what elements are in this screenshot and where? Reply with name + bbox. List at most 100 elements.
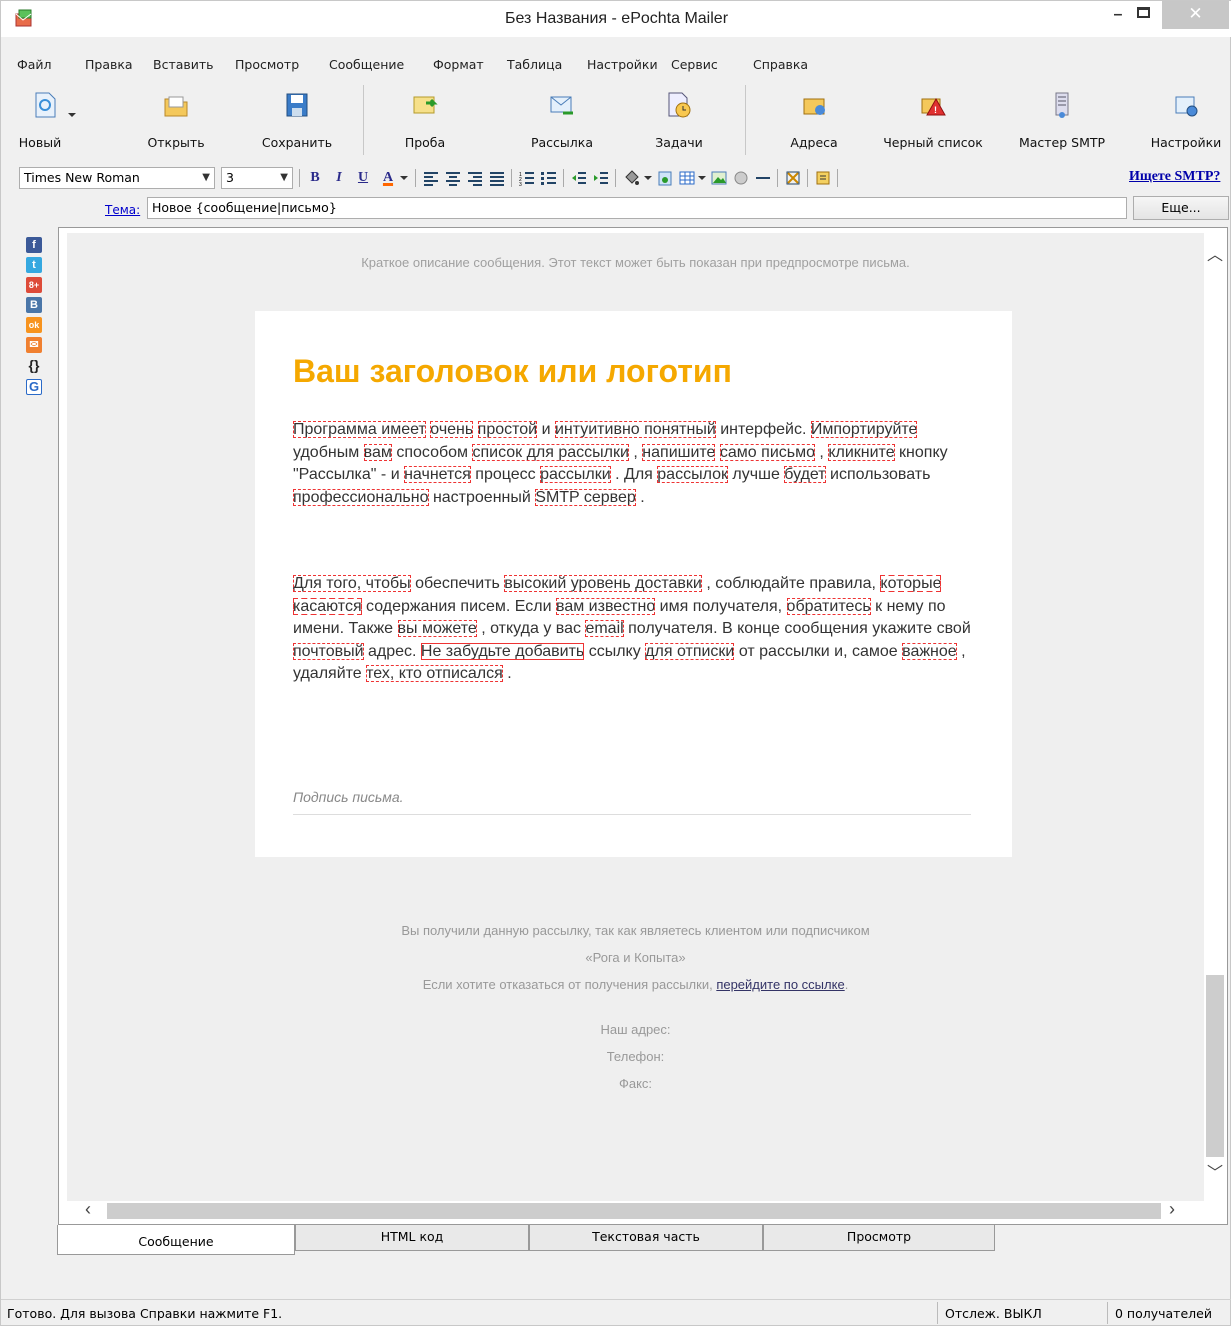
emoticon-icon[interactable] xyxy=(733,170,749,186)
menu-insert[interactable]: Вставить xyxy=(153,53,214,77)
spellcheck-marked-word[interactable]: очень xyxy=(430,421,474,438)
menu-format[interactable]: Формат xyxy=(433,53,484,77)
scroll-up-icon[interactable]: ︿ xyxy=(1204,241,1226,265)
new-button[interactable]: Новый xyxy=(17,79,107,163)
align-right-icon[interactable] xyxy=(467,170,483,186)
insert-image-icon[interactable] xyxy=(657,170,673,186)
unsubscribe-link[interactable]: перейдите по ссылке xyxy=(716,977,844,992)
spellcheck-marked-word[interactable]: начнется xyxy=(404,466,471,483)
scroll-right-icon[interactable]: › xyxy=(1169,1199,1175,1220)
spellcheck-marked-word[interactable]: для отписки xyxy=(645,642,735,660)
spellcheck-marked-word[interactable]: будет xyxy=(784,466,826,483)
subject-label[interactable]: Тема: xyxy=(105,203,140,217)
paint-bucket-icon[interactable] xyxy=(623,170,639,186)
horizontal-scroll-thumb[interactable] xyxy=(107,1203,1161,1219)
spellcheck-marked-word[interactable]: Для того, чтобы xyxy=(293,575,411,592)
mailing-button[interactable]: Рассылка xyxy=(517,79,607,163)
numbered-list-icon[interactable]: 123 xyxy=(519,170,535,186)
braces-icon[interactable]: {} xyxy=(26,357,42,373)
scroll-down-icon[interactable]: ﹀ xyxy=(1204,1159,1226,1183)
minimize-button[interactable]: – xyxy=(1103,1,1133,29)
bullet-list-icon[interactable] xyxy=(541,170,557,186)
scroll-left-icon[interactable]: ‹ xyxy=(85,1199,91,1220)
spellcheck-marked-word[interactable]: обратитесь xyxy=(786,597,871,615)
mail-icon[interactable]: ✉ xyxy=(26,337,42,353)
font-size-select[interactable]: 3 ▼ xyxy=(221,167,293,189)
spellcheck-marked-word[interactable]: напишите xyxy=(642,443,716,461)
spellcheck-marked-word[interactable]: вам xyxy=(363,443,392,461)
font-family-select[interactable]: Times New Roman ▼ xyxy=(19,167,215,189)
align-center-icon[interactable] xyxy=(445,170,461,186)
maximize-button[interactable] xyxy=(1137,7,1150,18)
spellcheck-marked-word[interactable]: SMTP сервер xyxy=(535,488,636,506)
settings-button[interactable]: Настройки xyxy=(1141,79,1231,163)
chevron-down-icon[interactable] xyxy=(697,170,707,186)
odnoklassniki-icon[interactable]: ok xyxy=(26,317,42,333)
looking-for-smtp-link[interactable]: Ищете SMTP? xyxy=(1129,169,1220,185)
menu-help[interactable]: Справка xyxy=(753,53,808,77)
spellcheck-marked-word[interactable]: кликните xyxy=(828,443,895,461)
spellcheck-marked-word[interactable]: Импортируйте xyxy=(810,421,918,438)
subject-input[interactable]: Новое {сообщение|письмо} xyxy=(147,197,1127,219)
menu-view[interactable]: Просмотр xyxy=(235,53,299,77)
spellcheck-marked-word[interactable]: список для рассылки xyxy=(472,443,629,461)
more-button[interactable]: Еще... xyxy=(1133,196,1229,220)
menu-file[interactable]: Файл xyxy=(17,53,52,77)
table-icon[interactable] xyxy=(679,170,695,186)
google-icon[interactable]: G xyxy=(26,379,42,395)
menu-message[interactable]: Сообщение xyxy=(329,53,404,77)
title-bar[interactable]: Без Названия - ePochta Mailer – ✕ xyxy=(1,1,1231,37)
spellcheck-marked-word[interactable]: высокий уровень доставки xyxy=(504,575,702,592)
menu-settings[interactable]: Настройки xyxy=(587,53,658,77)
source-icon[interactable] xyxy=(815,170,831,186)
outdent-icon[interactable] xyxy=(571,170,587,186)
menu-table[interactable]: Таблица xyxy=(507,53,562,77)
tab-preview[interactable]: Просмотр xyxy=(763,1225,995,1251)
spellcheck-marked-word[interactable]: тех, кто отписался xyxy=(366,665,503,682)
align-justify-icon[interactable] xyxy=(489,170,505,186)
tab-html-code[interactable]: HTML код xyxy=(295,1225,529,1251)
align-left-icon[interactable] xyxy=(423,170,439,186)
spellcheck-marked-word[interactable]: само письмо xyxy=(719,443,815,461)
spellcheck-marked-word[interactable]: интуитивно понятный xyxy=(554,421,716,438)
google-plus-icon[interactable]: 8+ xyxy=(26,277,42,293)
spellcheck-marked-word[interactable]: Программа имеет xyxy=(293,421,426,438)
save-button[interactable]: Сохранить xyxy=(253,79,341,163)
chevron-down-icon[interactable] xyxy=(399,170,409,186)
indent-icon[interactable] xyxy=(593,170,609,186)
spellcheck-marked-word[interactable]: профессионально xyxy=(293,488,429,506)
spellcheck-marked-word[interactable]: рассылок xyxy=(657,466,728,483)
menu-edit[interactable]: Правка xyxy=(85,53,133,77)
spellcheck-marked-word[interactable]: важное xyxy=(902,642,957,660)
addresses-button[interactable]: Адреса xyxy=(779,79,849,163)
spellcheck-marked-word[interactable]: Не забудьте добавить xyxy=(420,642,585,660)
spellcheck-marked-word[interactable]: вы можете xyxy=(397,620,477,637)
blacklist-button[interactable]: ! Черный список xyxy=(871,79,995,163)
vk-icon[interactable]: B xyxy=(26,297,42,313)
tasks-button[interactable]: Задачи xyxy=(647,79,711,163)
message-editor[interactable]: Краткое описание сообщения. Этот текст м… xyxy=(67,233,1204,1201)
spellcheck-marked-word[interactable]: почтовый xyxy=(293,642,364,660)
picture-icon[interactable] xyxy=(711,170,727,186)
twitter-icon[interactable]: t xyxy=(26,257,42,273)
horizontal-line-icon[interactable] xyxy=(755,170,771,186)
spellcheck-marked-word[interactable]: email xyxy=(585,620,624,637)
chevron-down-icon[interactable] xyxy=(643,170,653,186)
spellcheck-marked-word[interactable]: простой xyxy=(477,421,538,438)
smtp-wizard-button[interactable]: Мастер SMTP xyxy=(1011,79,1113,163)
clear-format-icon[interactable] xyxy=(785,170,801,186)
tab-text-part[interactable]: Текстовая часть xyxy=(529,1225,763,1251)
menu-service[interactable]: Сервис xyxy=(671,53,718,77)
vertical-scroll-thumb[interactable] xyxy=(1206,975,1224,1157)
open-button[interactable]: Открыть xyxy=(141,79,211,163)
text-color-button[interactable]: A xyxy=(379,168,397,188)
close-button[interactable]: ✕ xyxy=(1162,1,1229,29)
italic-button[interactable]: I xyxy=(331,168,347,188)
spellcheck-marked-word[interactable]: вам известно xyxy=(556,597,656,615)
underline-button[interactable]: U xyxy=(355,168,371,188)
test-button[interactable]: Проба xyxy=(393,79,457,163)
facebook-icon[interactable]: f xyxy=(26,237,42,253)
tab-message[interactable]: Сообщение xyxy=(57,1225,295,1255)
spellcheck-marked-word[interactable]: рассылки xyxy=(540,466,611,483)
bold-button[interactable]: B xyxy=(307,168,323,188)
